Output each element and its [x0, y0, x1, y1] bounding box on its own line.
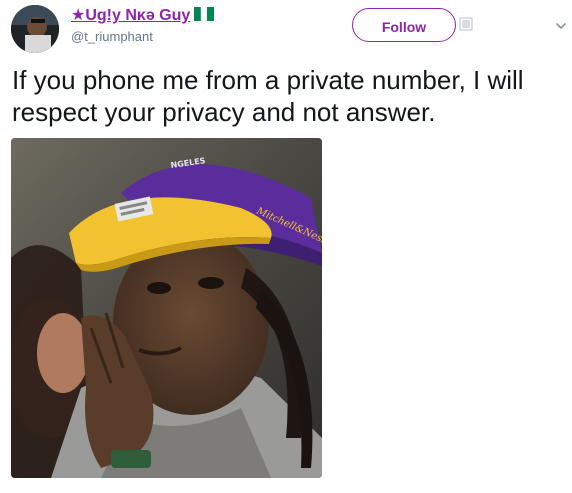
follow-button[interactable]: Follow — [352, 8, 456, 42]
block-icon[interactable] — [459, 17, 473, 31]
chevron-down-icon[interactable] — [555, 20, 567, 32]
avatar[interactable] — [11, 5, 59, 53]
photo-illustration: NGELES Mitchell&Ness — [11, 138, 322, 478]
nigeria-flag-icon — [194, 7, 215, 21]
display-name[interactable]: ★Ug!y Nκә Guy — [71, 6, 215, 26]
user-handle[interactable]: @t_riumphant — [71, 29, 153, 45]
tweet-text: If you phone me from a private number, I… — [12, 65, 524, 127]
tweet-photo[interactable]: NGELES Mitchell&Ness — [11, 138, 322, 478]
display-name-text[interactable]: ★Ug!y Nκә Guy — [71, 7, 190, 24]
avatar-image — [11, 5, 59, 53]
